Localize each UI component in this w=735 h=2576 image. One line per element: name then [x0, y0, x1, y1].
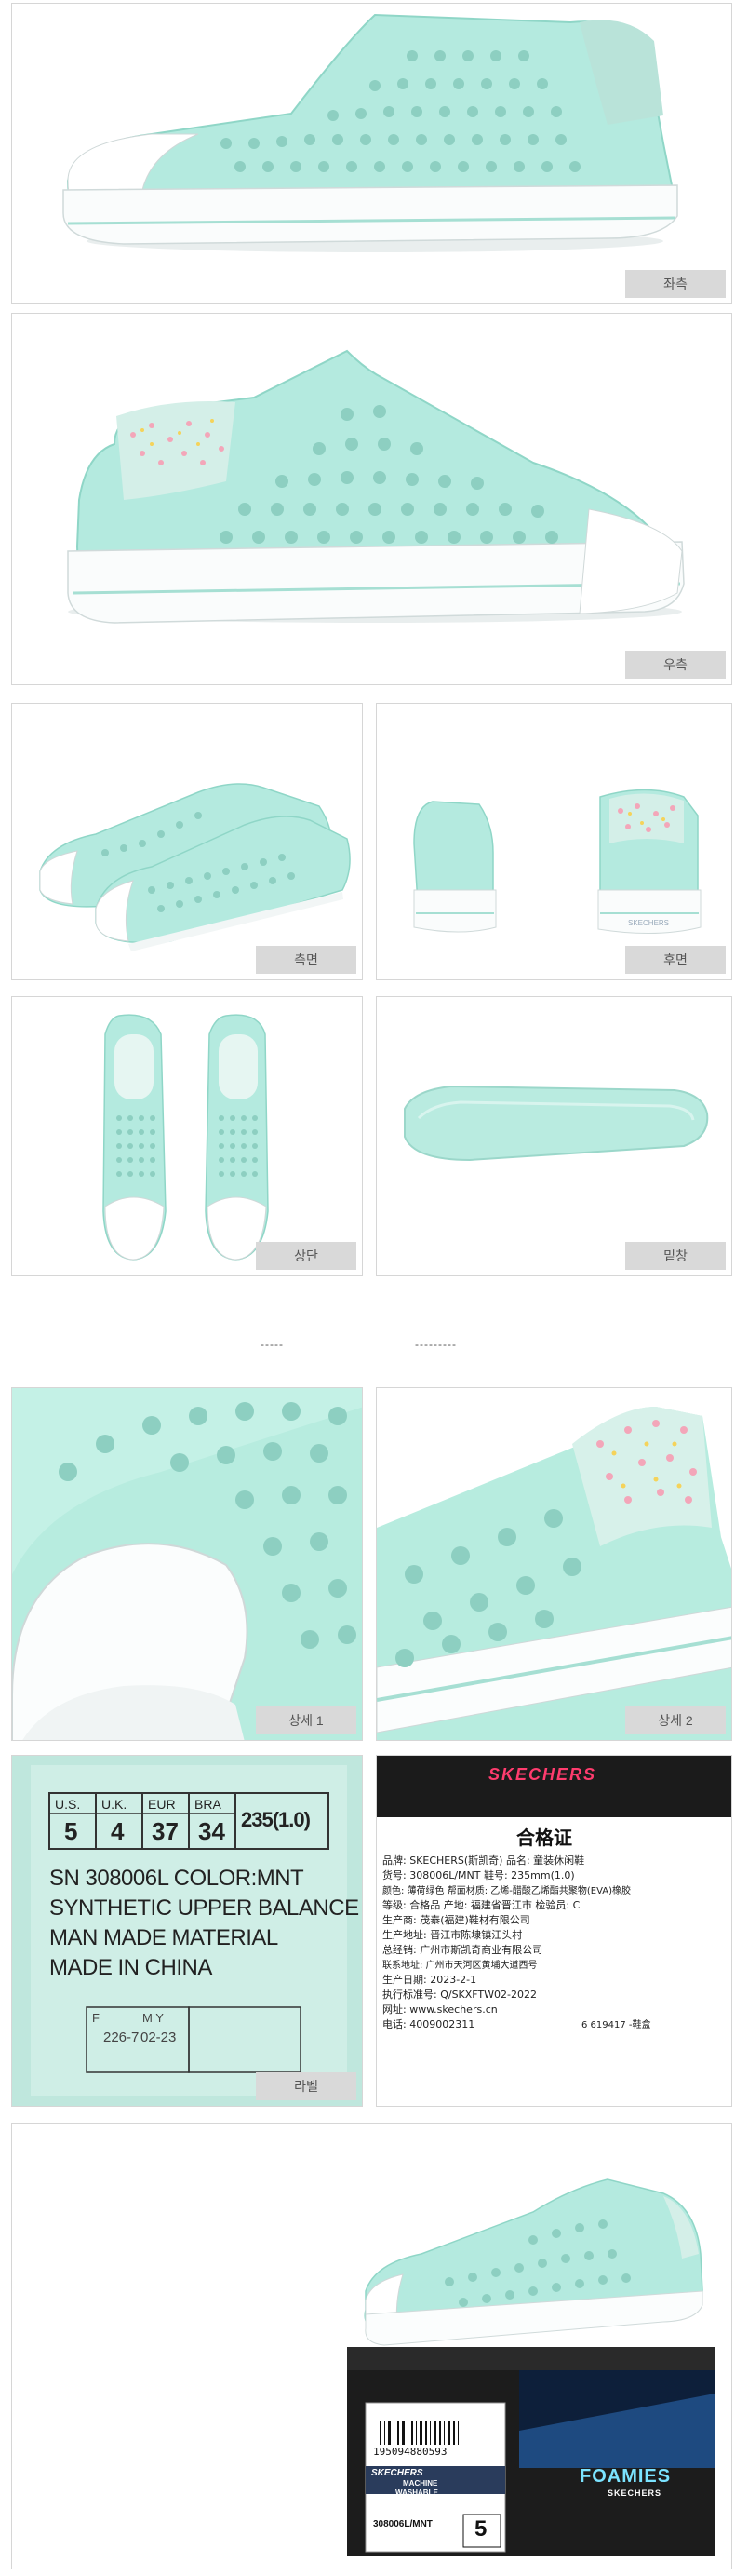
photo-left-view: 좌측 — [11, 3, 732, 304]
view-tag-right: 우측 — [625, 651, 726, 679]
certificate-row-2: 颜色: 薄荷绿色 帮面材质: 乙烯-醋酸乙烯酯共聚物(EVA)橡胶 — [382, 1886, 632, 1896]
label-size-bra-value: 34 — [198, 1817, 225, 1845]
detail-toe-illustration — [12, 1388, 362, 1740]
photo-certificate: SKECHERS 合格证 品牌: SKECHERS(斯凯奇) 品名: 童装休闲鞋… — [376, 1755, 732, 2107]
photo-box: FOAMIES SKECHERS 195094880593 SKECHERS M… — [11, 2123, 732, 2569]
detail-heel-illustration — [377, 1388, 731, 1740]
box-barcode-number: 195094880593 — [373, 2446, 448, 2458]
label-size-us-value: 5 — [64, 1817, 78, 1845]
box-machine: MACHINE — [403, 2479, 438, 2488]
label-size-mm: 235(1.0) — [241, 1808, 311, 1831]
sole-illustration — [404, 1085, 709, 1162]
certificate-row-1: 货号: 308006L/MNT 鞋号: 235mm(1.0) — [382, 1869, 575, 1881]
box-size: 5 — [474, 2516, 488, 2542]
certificate-row-4: 生产商: 茂泰(福建)鞋材有限公司 — [382, 1914, 530, 1926]
label-f-label: F — [92, 2011, 100, 2025]
certificate-row-10: 网址: www.skechers.cn — [382, 2003, 498, 2016]
photo-side-view: 측면 — [11, 703, 363, 980]
certificate-row-0: 品牌: SKECHERS(斯凯奇) 品名: 童装休闲鞋 — [382, 1854, 585, 1867]
shoe-pair-top-illustration — [102, 1014, 269, 1261]
label-f-value: 226-7 — [103, 2030, 140, 2045]
box-sub-brand: SKECHERS — [371, 2468, 423, 2478]
certificate-row-8: 生产日期: 2023-2-1 — [382, 1974, 477, 1986]
certificate-brand: SKECHERS — [488, 1765, 597, 1784]
divider-right: --------- — [415, 1338, 457, 1351]
label-size-bra-header: BRA — [194, 1797, 221, 1812]
box-washable: WASHABLE — [395, 2488, 438, 2497]
box-brand-logo: FOAMIES — [580, 2466, 672, 2487]
view-tag-detail2: 상세 2 — [625, 1706, 726, 1734]
shoe-left-illustration — [62, 13, 678, 252]
photo-sole-view: 밑창 — [376, 996, 732, 1276]
certificate-title: 合格证 — [516, 1827, 572, 1849]
view-tag-side: 측면 — [256, 946, 356, 974]
photo-detail-1: 상세 1 — [11, 1387, 363, 1741]
label-my-label: M Y — [142, 2011, 164, 2025]
shoe-pair-side-illustration — [39, 783, 351, 951]
label-size-us-header: U.S. — [55, 1797, 81, 1812]
photo-right-view: 우측 — [11, 313, 732, 685]
certificate-row-7: 联系地址: 广州市天河区黄埔大道西号 — [382, 1961, 538, 1971]
photo-back-view: SKECHERS 후면 — [376, 703, 732, 980]
box-sub-brand-top: SKECHERS — [608, 2488, 662, 2498]
certificate-row-3: 等级: 合格品 产地: 福建省晋江市 检验员: C — [382, 1899, 581, 1911]
certificate-row-5: 生产地址: 晋江市陈埭镇江头村 — [382, 1929, 523, 1941]
view-tag-back: 후면 — [625, 946, 726, 974]
photo-label: U.S. U.K. EUR BRA 5 4 37 34 235(1.0) SN … — [11, 1755, 363, 2107]
certificate-row-6: 总经销: 广州市斯凯奇商业有限公司 — [382, 1944, 543, 1956]
label-my-value: 02-23 — [140, 2030, 177, 2045]
certificate-row-9: 执行标准号: Q/SKXFTW02-2022 — [382, 1989, 537, 2001]
label-size-uk-header: U.K. — [101, 1797, 127, 1812]
label-line-2: SYNTHETIC UPPER BALANCE — [49, 1895, 359, 1921]
view-tag-label: 라벨 — [256, 2072, 356, 2100]
view-tag-sole: 밑창 — [625, 1242, 726, 1270]
certificate-banner: SKECHERS — [377, 1756, 731, 1817]
label-size-uk-value: 4 — [111, 1817, 125, 1845]
view-tag-left: 좌측 — [625, 270, 726, 298]
label-line-4: MADE IN CHINA — [49, 1955, 212, 1980]
view-tag-top: 상단 — [256, 1242, 356, 1270]
label-size-eur-header: EUR — [148, 1797, 176, 1812]
certificate-barcode-text: 6 619417 -鞋盒 — [581, 2020, 651, 2030]
photo-detail-2: 상세 2 — [376, 1387, 732, 1741]
photo-top-view: 상단 — [11, 996, 363, 1276]
shoe-right-illustration — [67, 349, 685, 624]
view-tag-detail1: 상세 1 — [256, 1706, 356, 1734]
box-sku: 308006L/MNT — [373, 2519, 433, 2529]
svg-text:SKECHERS: SKECHERS — [628, 919, 669, 927]
label-line-3: MAN MADE MATERIAL — [49, 1925, 278, 1950]
label-line-1: SN 308006L COLOR:MNT — [49, 1866, 304, 1891]
shoe-pair-back-illustration: SKECHERS — [413, 789, 702, 935]
label-size-eur-value: 37 — [152, 1817, 179, 1845]
shoe-on-box-illustration — [347, 2178, 715, 2556]
divider-left: ----- — [261, 1338, 284, 1351]
certificate-row-11: 电话: 4009002311 — [382, 2018, 475, 2030]
